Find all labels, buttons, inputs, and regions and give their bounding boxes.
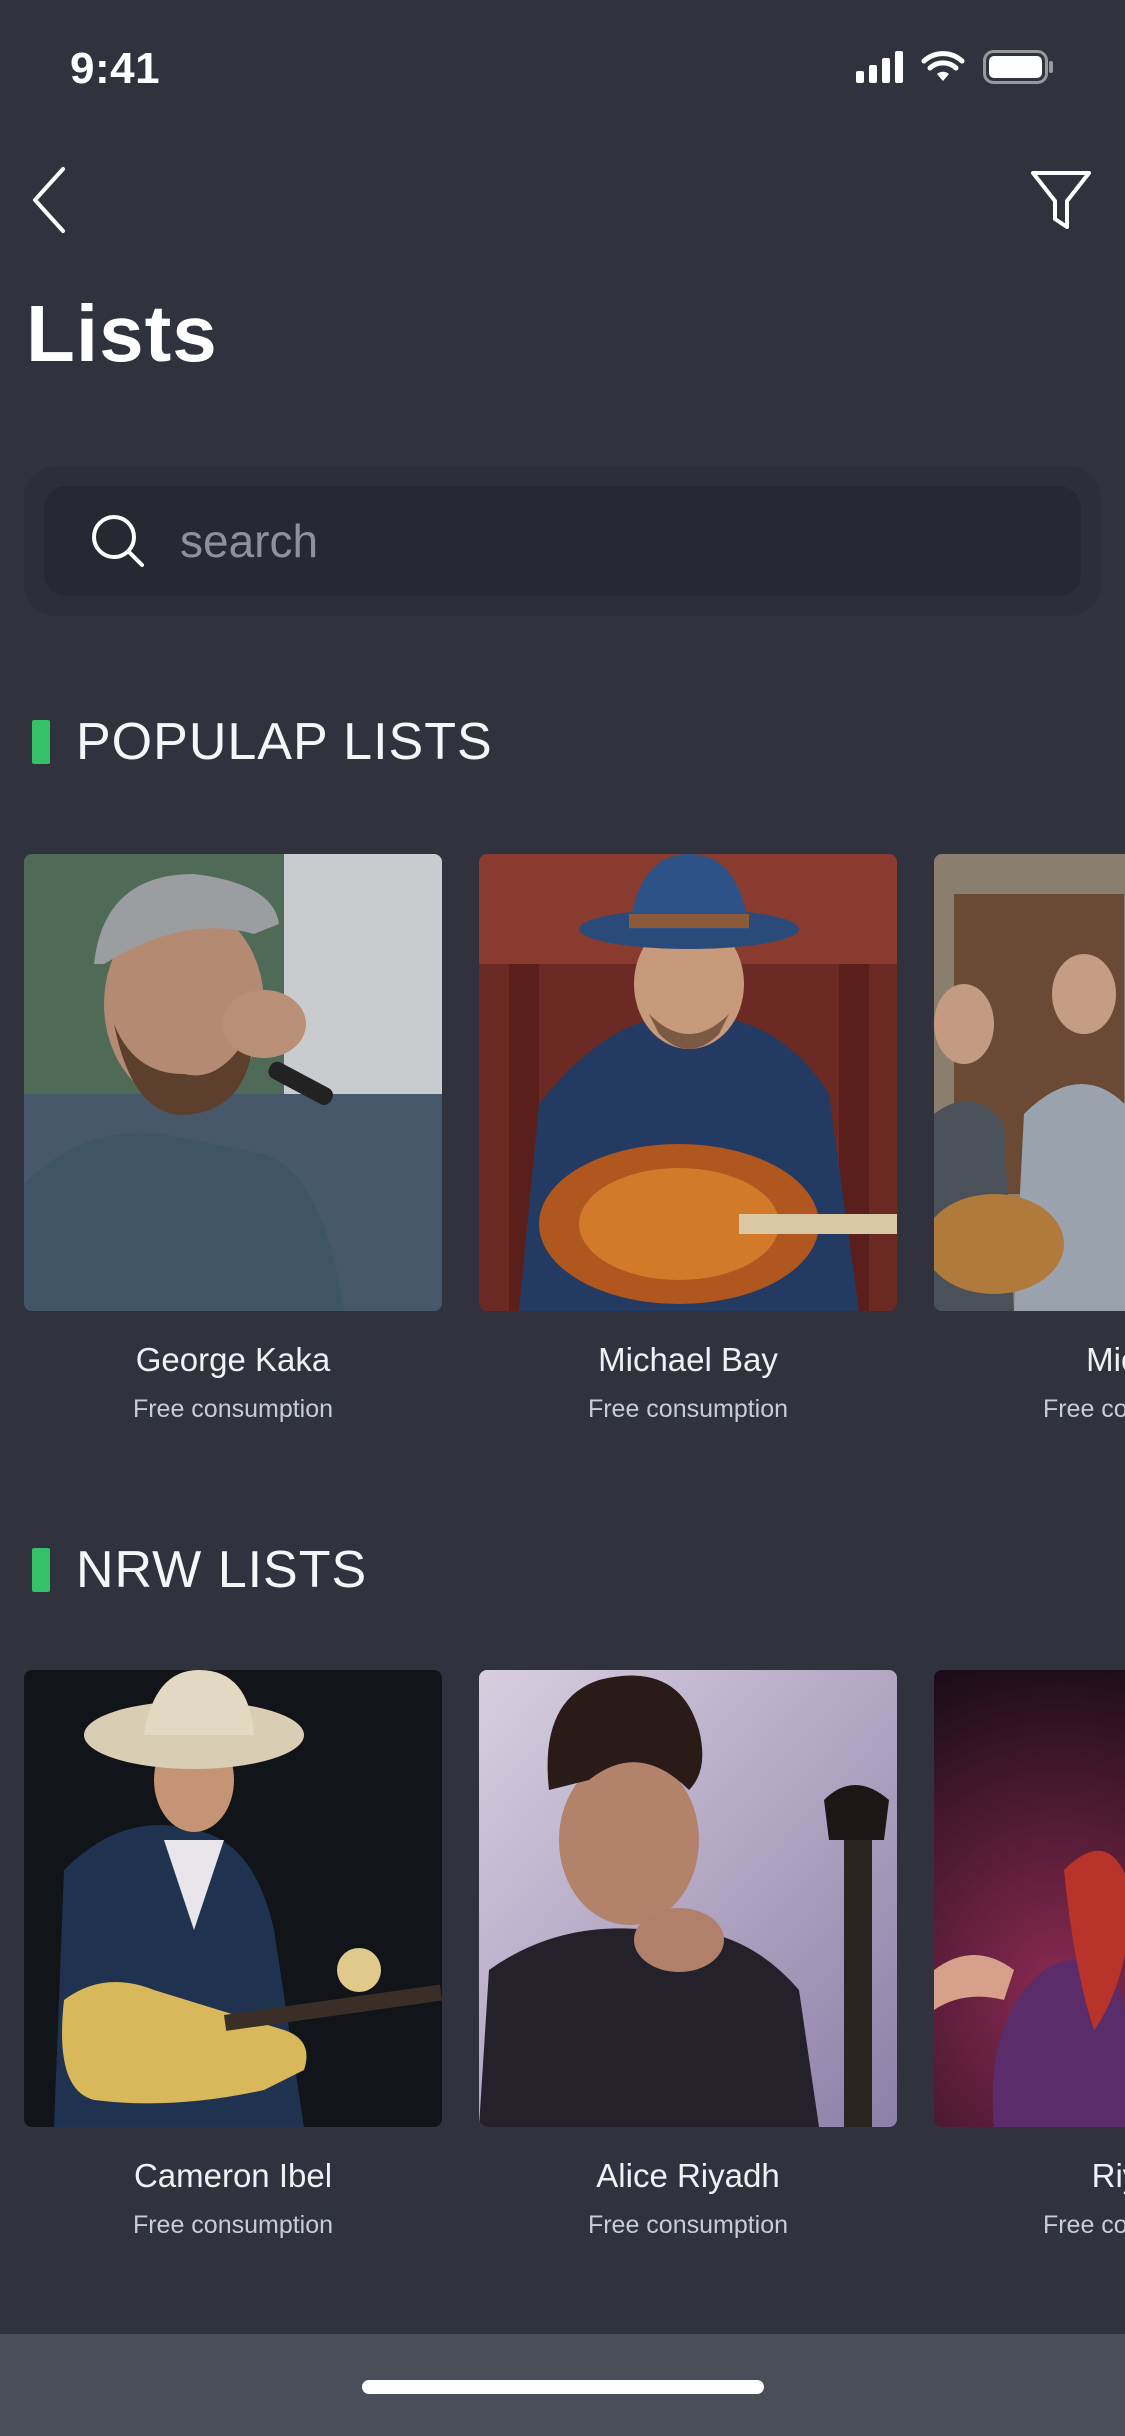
- artist-photo: [24, 854, 442, 1311]
- list-card[interactable]: Riyadh Free consumption: [934, 1670, 1125, 2240]
- page-title: Lists: [26, 289, 218, 378]
- artist-photo: [934, 854, 1125, 1311]
- section-header-new: NRW LISTS: [32, 1540, 367, 1600]
- chevron-left-icon: [33, 167, 65, 233]
- status-time: 9:41: [70, 44, 161, 93]
- search-bar: [24, 466, 1101, 616]
- list-card[interactable]: George Kaka Free consumption: [24, 854, 442, 1424]
- popular-list-row[interactable]: George Kaka Free consumption Michael Bay…: [24, 854, 1125, 1454]
- artist-photo: [934, 1670, 1125, 2127]
- status-icons: [856, 50, 1055, 84]
- section-accent-bar: [32, 1548, 50, 1592]
- new-list-row[interactable]: Cameron Ibel Free consumption Alice Riya…: [24, 1670, 1125, 2270]
- artist-name: Cameron Ibel: [133, 2157, 333, 2194]
- artist-subtitle: Free consumption: [587, 2211, 789, 2239]
- artist-name: Alice Riyadh: [596, 2157, 780, 2194]
- artist-name: Michael Bay: [598, 1341, 778, 1378]
- back-button[interactable]: [24, 160, 74, 240]
- list-card[interactable]: Michael Free consumption: [934, 854, 1125, 1424]
- artist-subtitle: Free consumption: [1042, 1395, 1125, 1423]
- home-indicator[interactable]: [362, 2380, 764, 2394]
- filter-icon: [1031, 171, 1091, 229]
- bottom-bar: [0, 2334, 1125, 2436]
- artist-photo: [479, 1670, 897, 2127]
- artist-subtitle: Free consumption: [587, 1395, 789, 1423]
- artist-photo: [479, 854, 897, 1311]
- artist-subtitle: Free consumption: [1042, 2211, 1125, 2239]
- list-card[interactable]: Cameron Ibel Free consumption: [24, 1670, 442, 2240]
- section-accent-bar: [32, 720, 50, 764]
- section-title: POPULAP LISTS: [76, 713, 493, 771]
- battery-icon: [983, 50, 1053, 84]
- list-card[interactable]: Michael Bay Free consumption: [479, 854, 897, 1424]
- artist-subtitle: Free consumption: [132, 1395, 334, 1423]
- search-icon: [92, 515, 144, 567]
- artist-name: George Kaka: [135, 1341, 331, 1378]
- wifi-icon: [921, 51, 965, 81]
- artist-name: Riyadh: [1091, 2157, 1125, 2194]
- signal-icon: [856, 51, 903, 83]
- artist-photo: [24, 1670, 442, 2127]
- artist-name: Michael: [1086, 1341, 1125, 1378]
- section-header-popular: POPULAP LISTS: [32, 712, 493, 772]
- lists-screen: 9:41 Lists search POPULAP LISTS George K…: [0, 0, 1125, 2436]
- section-title: NRW LISTS: [76, 1541, 368, 1599]
- search-box[interactable]: [44, 486, 1081, 596]
- search-input[interactable]: [178, 513, 982, 569]
- filter-button[interactable]: [1021, 160, 1101, 240]
- artist-subtitle: Free consumption: [132, 2211, 334, 2239]
- list-card[interactable]: Alice Riyadh Free consumption: [479, 1670, 897, 2240]
